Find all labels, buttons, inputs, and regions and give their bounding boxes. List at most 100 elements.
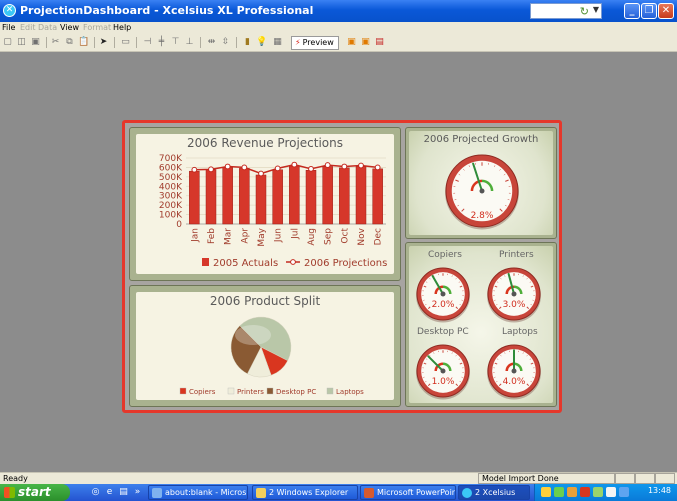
x-tick-label: Feb (207, 228, 217, 244)
tray-icon-3[interactable] (567, 487, 577, 497)
menu-view[interactable]: View (60, 23, 79, 32)
copiers-gauge-value: 2.0% (431, 300, 455, 310)
menu-data[interactable]: Data (38, 23, 57, 32)
new-icon[interactable]: ▢ (2, 37, 13, 48)
menu-help[interactable]: Help (113, 23, 131, 32)
pie-highlight (235, 325, 271, 345)
spinner-icon: ↻ (579, 5, 589, 18)
tray-icon-2[interactable] (554, 487, 564, 497)
system-tray: 13:48 (534, 484, 677, 501)
folder-icon (256, 488, 266, 498)
revenue-panel[interactable]: 2006 Revenue Projections 700K 600K 500K 400… (129, 127, 401, 281)
chevron-down-icon[interactable]: ▼ (593, 5, 599, 14)
pointer-icon[interactable]: ➤ (98, 37, 109, 48)
x-tick-label: Mar (224, 228, 234, 245)
menu-format[interactable]: Format (83, 23, 111, 32)
preview-label: Preview (302, 38, 334, 47)
projection-point (358, 162, 364, 169)
product-split-panel[interactable]: 2006 Product Split Copiers Printers Deskto… (129, 285, 401, 407)
toolbar-separator (94, 37, 95, 48)
revenue-chart[interactable]: 700K600K500K400K300K200K100K0Jan Feb Mar Ap… (136, 134, 396, 276)
product-split-panel-inner: 2006 Product Split Copiers Printers Deskto… (136, 292, 394, 400)
desktop-gauge-value: 1.0% (431, 377, 455, 387)
preview-icon: ⚡ (295, 38, 301, 47)
x-tick-label: Aug (307, 228, 317, 246)
pie-legend-label: Copiers (189, 388, 216, 396)
rectangle-icon[interactable]: ▭ (120, 37, 131, 48)
status-cell (635, 473, 655, 484)
tray-icon-5[interactable] (593, 487, 603, 497)
x-tick-label: Oct (340, 228, 350, 244)
grid-icon[interactable]: ▦ (272, 37, 283, 48)
x-tick-label: May (257, 227, 267, 246)
export-swf-icon[interactable]: ▣ (346, 37, 357, 48)
x-tick-label: Sep (324, 228, 334, 245)
toolbar-separator (114, 37, 115, 48)
align-top-icon[interactable]: ⊤ (170, 37, 181, 48)
import-icon[interactable]: ▮ (242, 37, 253, 48)
status-ready: Ready (3, 474, 28, 483)
open-icon[interactable]: ◫ (16, 37, 27, 48)
revenue-bar (305, 170, 317, 225)
align-left-icon[interactable]: ⊣ (142, 37, 153, 48)
product-gauges-panel[interactable]: Copiers Printers Desktop PC Laptops 2.0%… (405, 242, 557, 407)
ie-quicklaunch-icon[interactable]: e (104, 487, 115, 498)
powerpoint-icon (364, 488, 374, 498)
bulb-icon[interactable]: 💡 (256, 37, 267, 48)
menu-edit[interactable]: Edit (20, 23, 36, 32)
ie-icon (152, 488, 162, 498)
task-explorer[interactable]: 2 Windows Explorer (252, 485, 358, 500)
gauge-hub (440, 368, 446, 374)
gauge-hub (511, 368, 517, 374)
gauge-hub (440, 291, 446, 297)
task-xcelsius[interactable]: 2 Xcelsius (458, 485, 530, 500)
export-pdf-icon[interactable]: ▤ (374, 37, 385, 48)
task-ie[interactable]: about:blank - Micros... (148, 485, 248, 500)
legend-actuals-label: 2005 Actuals (213, 258, 278, 269)
tray-icon-1[interactable] (541, 487, 551, 497)
minimize-button[interactable]: _ (624, 3, 640, 19)
task-explorer-label: 2 Windows Explorer (269, 488, 349, 497)
x-tick-label: Nov (357, 227, 367, 245)
start-button[interactable]: start (0, 484, 70, 501)
cut-icon[interactable]: ✂ (50, 37, 61, 48)
menu-bar: File Edit Data View Format Help (0, 22, 677, 35)
volume-icon[interactable] (619, 487, 629, 497)
save-icon[interactable]: ▣ (30, 37, 41, 48)
distribute-v-icon[interactable]: ⇳ (220, 37, 231, 48)
projection-point (374, 164, 381, 171)
menu-file[interactable]: File (2, 23, 15, 32)
browser-quicklaunch-icon[interactable]: ◎ (90, 487, 101, 498)
revenue-bar (255, 174, 267, 225)
projection-point (308, 165, 314, 172)
product-split-pie[interactable]: Copiers Printers Desktop PC Laptops (136, 292, 396, 402)
growth-panel[interactable]: 2006 Projected Growth 2.8% (405, 127, 557, 239)
toolbar-separator (200, 37, 201, 48)
preview-button[interactable]: ⚡ Preview (291, 36, 339, 50)
dashboard-canvas[interactable]: 2006 Revenue Projections 700K 600K 500K 400… (122, 120, 562, 413)
growth-gauge[interactable] (409, 131, 555, 237)
title-bar: ✕ ProjectionDashboard - Xcelsius XL Prof… (0, 0, 677, 22)
desktop-quicklaunch-icon[interactable]: ▤ (118, 487, 129, 498)
quicklaunch-chevron-icon[interactable]: » (132, 487, 143, 498)
laptops-gauge-value: 4.0% (502, 377, 526, 387)
tray-icon-4[interactable] (580, 487, 590, 497)
revenue-bar (355, 166, 367, 225)
maximize-button[interactable]: ❐ (641, 3, 657, 19)
distribute-h-icon[interactable]: ⇹ (206, 37, 217, 48)
task-powerpoint-label: Microsoft PowerPoint... (377, 488, 456, 497)
paste-icon[interactable]: 📋 (78, 37, 89, 48)
projection-point (208, 166, 214, 173)
revenue-bar (372, 168, 383, 225)
xcelsius-app-icon[interactable]: ✕ (3, 4, 16, 17)
align-bottom-icon[interactable]: ⊥ (184, 37, 195, 48)
align-center-icon[interactable]: ╪ (156, 37, 167, 48)
close-button[interactable]: ✕ (658, 3, 674, 19)
export-ppt-icon[interactable]: ▣ (360, 37, 371, 48)
projection-point (291, 161, 298, 168)
printers-gauge-value: 3.0% (502, 300, 526, 310)
task-powerpoint[interactable]: Microsoft PowerPoint... (360, 485, 456, 500)
copy-icon[interactable]: ⧉ (64, 37, 75, 48)
tray-icon-6[interactable] (606, 487, 616, 497)
help-search-combo[interactable]: ↻ ▼ (530, 3, 602, 19)
